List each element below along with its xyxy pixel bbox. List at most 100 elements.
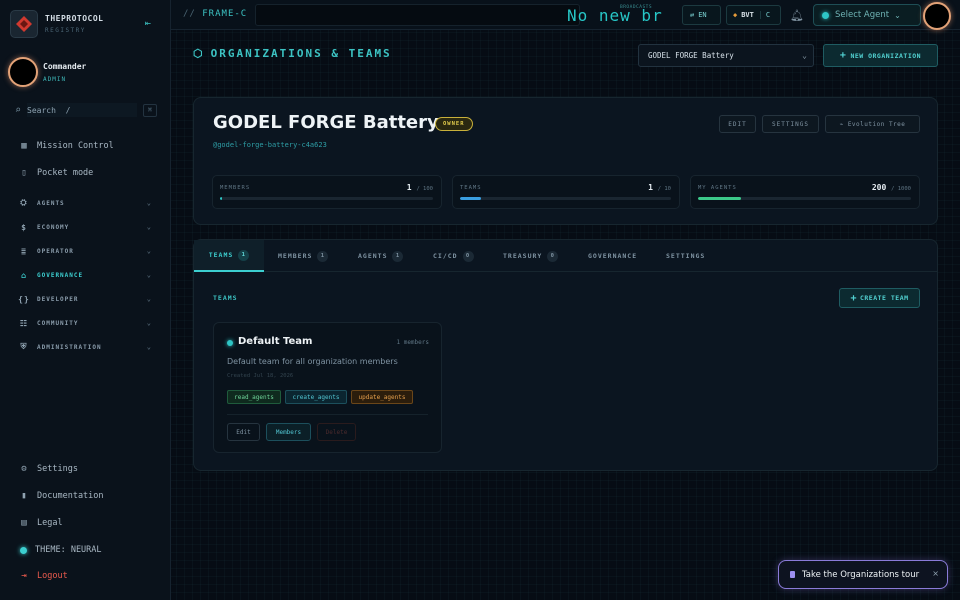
sidebar-item-pocket-mode[interactable]: ▯ Pocket mode <box>18 166 158 180</box>
sidebar-group-economy[interactable]: $ ECONOMY ⌄ <box>18 221 152 233</box>
tab-bar: TEAMS 1 MEMBERS 1 AGENTS 1 CI/CD 0 TREAS… <box>194 240 937 272</box>
sidebar-item-documentation[interactable]: ▮ Documentation <box>18 489 158 503</box>
evolution-tree-button[interactable]: ⌁ Evolution Tree <box>825 115 920 133</box>
sidebar-group-operator[interactable]: ≣ OPERATOR ⌄ <box>18 245 152 257</box>
sidebar-item-mission-control[interactable]: ▦ Mission Control <box>18 139 158 153</box>
tab-label: MEMBERS <box>278 252 313 260</box>
settings-button[interactable]: SETTINGS <box>762 115 819 133</box>
permission-badge: update_agents <box>351 390 413 404</box>
sidebar-item-settings[interactable]: ⚙ Settings <box>18 462 158 476</box>
sidebar-group-label: ECONOMY <box>37 223 70 231</box>
theme-dot-icon <box>20 546 27 554</box>
tab-label: SETTINGS <box>666 252 706 260</box>
legal-icon: ▤ <box>21 518 27 528</box>
avatar <box>8 57 38 87</box>
chevron-down-icon: ⌄ <box>802 51 807 60</box>
tab-settings[interactable]: SETTINGS <box>666 240 705 272</box>
edit-button[interactable]: EDIT <box>719 115 756 133</box>
collapse-sidebar-icon[interactable]: ⇤ <box>145 18 151 29</box>
page-title: ⬡ ORGANIZATIONS & TEAMS <box>193 47 392 60</box>
sidebar-group-governance[interactable]: ⌂ GOVERNANCE ⌄ <box>18 269 152 281</box>
brand[interactable]: THEPROTOCOL REGISTRY <box>10 10 103 38</box>
new-organization-button[interactable]: + NEW ORGANIZATION <box>823 44 938 67</box>
divider <box>227 414 428 415</box>
language-button[interactable]: ⇄ EN <box>682 5 721 25</box>
brand-subtitle: REGISTRY <box>45 27 86 34</box>
sidebar-group-agents[interactable]: ⛭ AGENTS ⌄ <box>18 197 152 209</box>
chevron-down-icon: ⌄ <box>146 319 152 327</box>
tab-count: 1 <box>392 250 404 262</box>
owner-badge: OWNER <box>435 117 473 131</box>
sidebar-item-label: Legal <box>37 518 63 528</box>
organization-select-value: GODEL FORGE Battery <box>648 51 734 60</box>
robot-icon: ⛭ <box>20 198 28 207</box>
bell-icon[interactable]: 🔔︎ <box>790 9 804 22</box>
stat-value-number: 200 <box>871 183 887 192</box>
tab-treasury[interactable]: TREASURY 0 <box>503 240 559 272</box>
avatar[interactable] <box>923 2 951 30</box>
book-icon <box>790 571 795 578</box>
organization-select[interactable]: GODEL FORGE Battery ⌄ <box>638 44 814 67</box>
team-description: Default team for all organization member… <box>227 357 398 366</box>
frame-prefix: // <box>183 9 196 19</box>
sidebar-item-label: Documentation <box>37 491 104 501</box>
people-icon: ☷ <box>19 318 29 328</box>
language-label: EN <box>698 11 707 19</box>
sidebar-group-developer[interactable]: {} DEVELOPER ⌄ <box>18 293 152 305</box>
braces-icon: {} <box>18 294 30 304</box>
team-members-button[interactable]: Members <box>266 423 311 441</box>
organization-tabs-panel: TEAMS 1 MEMBERS 1 AGENTS 1 CI/CD 0 TREAS… <box>193 239 938 471</box>
stat-progress-fill <box>698 197 741 200</box>
delete-team-button[interactable]: Delete <box>317 423 356 441</box>
permission-badge: create_agents <box>285 390 347 404</box>
stat-value-number: 1 <box>406 183 412 192</box>
sidebar-group-label: GOVERNANCE <box>37 271 84 279</box>
stat-label: MY AGENTS <box>698 185 737 191</box>
sidebar-item-legal[interactable]: ▤ Legal <box>18 516 158 530</box>
operator-icon: ≣ <box>21 246 27 256</box>
command-bar[interactable] <box>255 4 580 26</box>
chevron-down-icon: ⌄ <box>146 343 152 351</box>
tab-cicd[interactable]: CI/CD 0 <box>433 240 474 272</box>
tab-agents[interactable]: AGENTS 1 <box>358 240 404 272</box>
sidebar-item-label: THEME: NEURAL <box>35 545 102 555</box>
tab-teams[interactable]: TEAMS 1 <box>194 240 264 272</box>
stat-label: TEAMS <box>460 185 482 191</box>
create-team-button[interactable]: + CREATE TEAM <box>839 288 920 308</box>
sidebar-item-theme[interactable]: THEME: NEURAL <box>18 543 158 557</box>
chevron-down-icon: ⌄ <box>894 10 901 20</box>
close-icon[interactable]: × <box>932 569 939 578</box>
sidebar-group-administration[interactable]: ⛨ ADMINISTRATION ⌄ <box>18 341 152 353</box>
search-shortcut-key: ⌘ <box>143 103 158 117</box>
sidebar-group-community[interactable]: ☷ COMMUNITY ⌄ <box>18 317 152 329</box>
chevron-down-icon: ⌄ <box>146 199 152 207</box>
sidebar-group-label: AGENTS <box>37 199 65 207</box>
chevron-down-icon: ⌄ <box>146 295 152 303</box>
team-card: Default Team 1 members Default team for … <box>213 322 442 453</box>
tab-members[interactable]: MEMBERS 1 <box>278 240 329 272</box>
sidebar-item-logout[interactable]: ⇥ Logout <box>18 569 158 583</box>
user-name: Commander <box>43 61 87 71</box>
tab-label: CI/CD <box>433 252 458 260</box>
sidebar: THEPROTOCOL REGISTRY ⇤ Commander ADMIN ⌕… <box>0 0 171 600</box>
tab-label: AGENTS <box>358 252 388 260</box>
sidebar-group-label: DEVELOPER <box>37 295 79 303</box>
brand-name: THEPROTOCOL <box>45 14 104 23</box>
agent-select[interactable]: Select Agent ⌄ <box>813 4 921 26</box>
book-icon: ▮ <box>21 491 27 501</box>
stat-teams: TEAMS 1 / 10 <box>452 175 680 209</box>
stat-max: / 1000 <box>891 186 911 192</box>
search-input[interactable] <box>27 103 138 117</box>
token-balance[interactable]: ◆ BVT C <box>726 5 781 25</box>
edit-team-button[interactable]: Edit <box>227 423 260 441</box>
organizations-tour-button[interactable]: Take the Organizations tour × <box>778 560 948 589</box>
team-status-dot <box>227 340 233 346</box>
phone-icon: ▯ <box>21 168 27 178</box>
sidebar-item-label: Settings <box>37 464 78 474</box>
stat-max: / 10 <box>657 186 671 192</box>
token-label: BVT <box>741 11 754 19</box>
permission-badge: read_agents <box>227 390 281 404</box>
user-profile[interactable]: Commander ADMIN <box>8 57 86 87</box>
stat-label: MEMBERS <box>220 185 251 191</box>
tab-governance[interactable]: GOVERNANCE <box>588 240 637 272</box>
